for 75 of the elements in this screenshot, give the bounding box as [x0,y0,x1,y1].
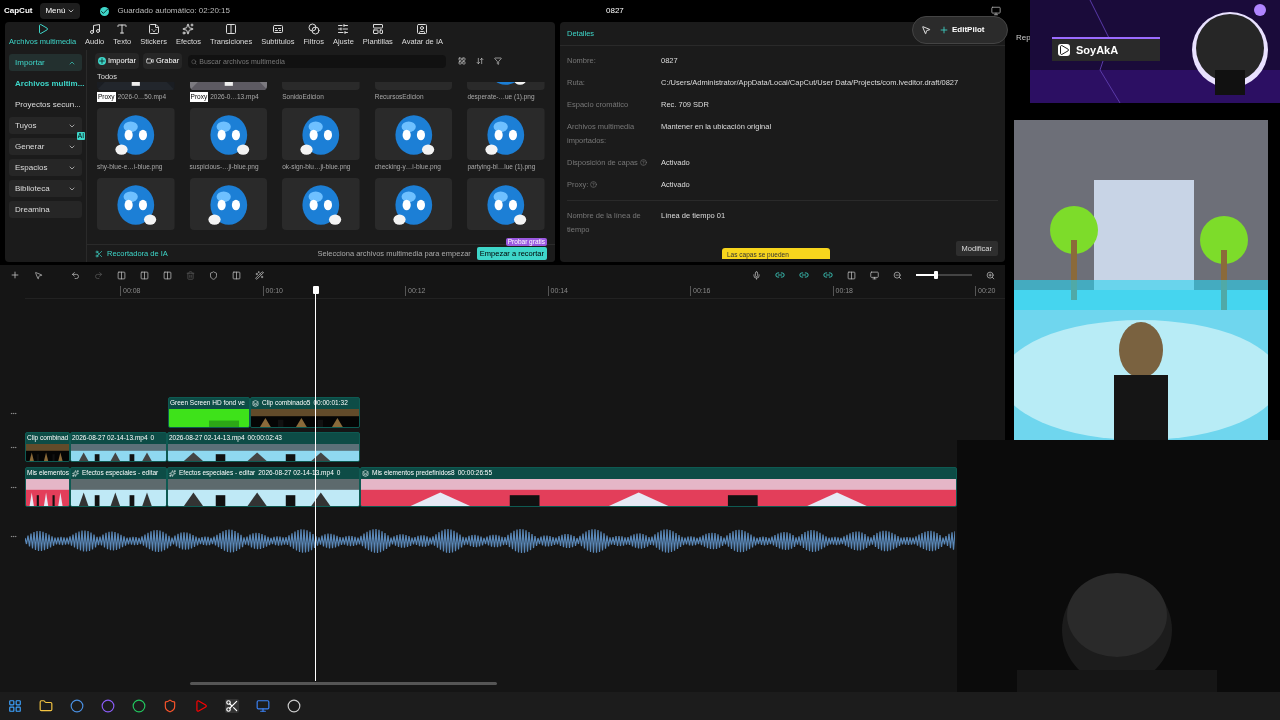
windows-icon[interactable] [8,699,22,713]
link-icon[interactable] [775,270,785,280]
scissors-icon[interactable] [225,699,239,713]
sidebar-label: Proyectos secun... [15,98,81,111]
filter-icon[interactable] [494,57,503,65]
sort-icon[interactable] [476,57,485,65]
add-icon[interactable] [10,270,20,280]
subtitles-icon [271,22,284,35]
play-icon [36,22,49,35]
tab-label: Rep [1016,32,1031,44]
split-icon[interactable] [117,270,126,280]
sidebar-item[interactable]: Espacios [9,159,82,176]
filter-icon [307,22,320,35]
split-icon[interactable] [163,270,172,280]
sidebar-label: Tuyos [15,119,37,132]
undo-icon[interactable] [71,270,80,280]
grid-icon[interactable] [458,57,467,65]
check-icon [100,6,110,16]
folder-icon[interactable] [39,699,53,713]
sidebar-item[interactable]: Proyectos secun... [9,96,82,113]
zoom-slider[interactable] [916,271,972,279]
avatar-icon [416,22,429,35]
microphone-icon[interactable] [752,270,761,280]
link-icon[interactable] [823,270,833,280]
zoom-out-icon[interactable] [893,270,902,280]
pointer-icon[interactable] [34,270,43,280]
project-title: 0827 [606,5,624,17]
autosave-status: Guardado automático: 02:20:15 [117,5,230,17]
shield-icon[interactable] [209,270,218,280]
sidebar-label: Dreamina [15,203,50,216]
sidebar-item[interactable]: Dreamina [9,201,82,218]
camera-icon [145,57,154,65]
preview-icon[interactable] [847,270,856,280]
play-icon[interactable] [194,699,208,713]
sidebar-item[interactable]: Importar [9,54,82,71]
sidebar-label: Generar [15,140,45,153]
transition-icon [225,22,238,35]
sidebar-item[interactable]: Biblioteca [9,180,82,197]
editpilot-button[interactable]: EditPilot [939,24,985,36]
channel-name: SoyAkA [1076,42,1119,58]
music-icon [88,22,101,35]
split-icon[interactable] [140,270,149,280]
sliders-icon [337,22,350,35]
text-icon [116,22,129,35]
sidebar-item[interactable]: Archivos multim... [9,75,82,92]
layout-icon[interactable] [991,6,1001,16]
sidebar-label: Importar [15,56,45,69]
shield-icon[interactable] [163,699,177,713]
play-icon [1058,44,1070,56]
layers-icon [362,470,369,477]
sparkle-icon [182,22,195,35]
caret-icon [67,7,76,15]
link-icon[interactable] [799,270,809,280]
sticker-icon [147,22,160,35]
plus-icon [98,57,106,65]
sidebar-item[interactable]: Generar [9,138,82,155]
wand-icon[interactable] [255,270,264,280]
scissors-icon [95,249,103,258]
freeze-icon[interactable] [232,270,241,280]
sidebar-label: Biblioteca [15,182,50,195]
sparkle-icon [169,470,176,477]
app-icon[interactable] [132,699,146,713]
zoom-in-icon[interactable] [986,270,995,280]
sparkle-icon [72,470,79,477]
sidebar-label: Espacios [15,161,48,174]
scrollbar[interactable] [190,682,497,685]
screen-icon[interactable] [870,270,879,280]
layers-icon [252,400,259,407]
menu-button[interactable]: Menú [40,3,81,19]
template-icon [371,22,384,35]
sidebar-label: Archivos multim... [15,77,85,90]
monitor-icon[interactable] [256,699,270,713]
app-logo: CapCut [4,5,33,17]
app-icon[interactable] [287,699,301,713]
sidebar-item[interactable]: Tuyos [9,117,82,134]
